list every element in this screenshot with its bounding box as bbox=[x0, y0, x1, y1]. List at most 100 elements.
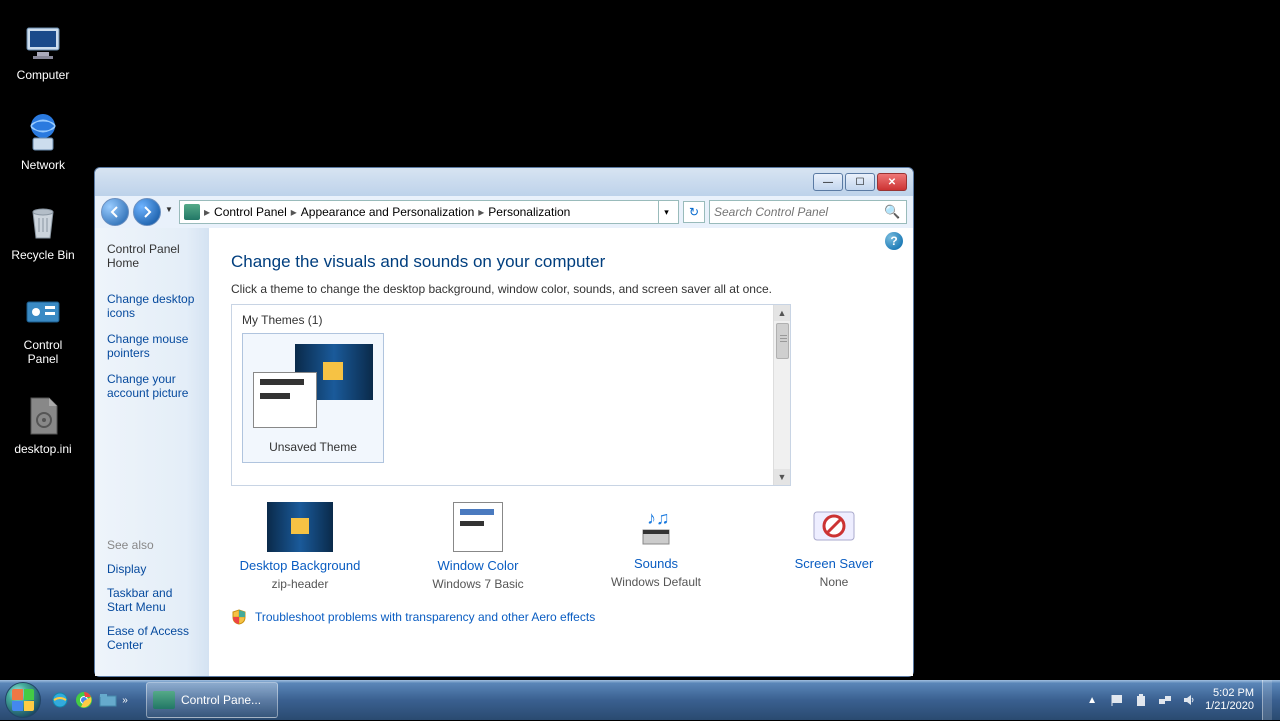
breadcrumb: ▸ Control Panel ▸ Appearance and Persona… bbox=[179, 200, 679, 224]
scroll-up-button[interactable]: ▲ bbox=[774, 305, 790, 321]
pinned-explorer[interactable] bbox=[98, 690, 118, 710]
system-tray: ▲ 5:02 PM 1/21/2020 bbox=[1087, 680, 1280, 720]
desktop-icon-label: Control Panel bbox=[8, 338, 78, 366]
chrome-icon bbox=[75, 691, 93, 709]
scroll-thumb[interactable] bbox=[776, 323, 789, 359]
recycle-bin-icon bbox=[21, 200, 65, 244]
my-themes-header: My Themes (1) bbox=[242, 313, 780, 327]
nav-history-dropdown[interactable]: ▼ bbox=[165, 205, 175, 219]
option-desktop-background[interactable]: Desktop Background zip-header bbox=[235, 502, 365, 591]
svg-text:♪♫: ♪♫ bbox=[647, 508, 670, 528]
back-button[interactable] bbox=[101, 198, 129, 226]
breadcrumb-item[interactable]: Personalization bbox=[488, 205, 570, 219]
desktop-icons: Computer Network Recycle Bin Control Pan… bbox=[8, 20, 78, 484]
network-tray-icon[interactable] bbox=[1157, 692, 1173, 708]
shield-icon bbox=[231, 609, 247, 625]
sidebar-see-also-display[interactable]: Display bbox=[107, 562, 197, 576]
breadcrumb-item[interactable]: Control Panel bbox=[214, 205, 287, 219]
option-value: zip-header bbox=[272, 577, 329, 591]
taskbar-expand-icon[interactable]: » bbox=[118, 690, 132, 710]
main-pane: ? Change the visuals and sounds on your … bbox=[209, 228, 913, 676]
close-button[interactable]: ✕ bbox=[877, 173, 907, 191]
sidebar-home-link[interactable]: Control Panel Home bbox=[107, 242, 197, 270]
troubleshoot-row: Troubleshoot problems with transparency … bbox=[231, 609, 899, 625]
windows-logo-icon bbox=[5, 682, 41, 718]
forward-button[interactable] bbox=[133, 198, 161, 226]
desktop-background-thumbnail bbox=[267, 502, 333, 552]
sidebar-see-also-taskbar[interactable]: Taskbar and Start Menu bbox=[107, 586, 197, 614]
titlebar[interactable]: — ☐ ✕ bbox=[95, 168, 913, 196]
sidebar-link-mouse-pointers[interactable]: Change mouse pointers bbox=[107, 332, 197, 360]
sidebar-link-desktop-icons[interactable]: Change desktop icons bbox=[107, 292, 197, 320]
option-sounds[interactable]: ♪♫ Sounds Windows Default bbox=[591, 502, 721, 591]
theme-options-row: Desktop Background zip-header Window Col… bbox=[235, 502, 899, 591]
control-panel-taskbar-icon bbox=[153, 691, 175, 709]
control-panel-icon bbox=[21, 290, 65, 334]
control-panel-breadcrumb-icon[interactable] bbox=[184, 204, 200, 220]
clock-date: 1/21/2020 bbox=[1205, 700, 1254, 713]
option-window-color[interactable]: Window Color Windows 7 Basic bbox=[413, 502, 543, 591]
theme-item-unsaved[interactable]: Unsaved Theme bbox=[242, 333, 384, 463]
option-label[interactable]: Screen Saver bbox=[795, 556, 874, 571]
sidebar: Control Panel Home Change desktop icons … bbox=[95, 228, 209, 676]
desktop-icon-label: desktop.ini bbox=[14, 442, 71, 456]
minimize-button[interactable]: — bbox=[813, 173, 843, 191]
option-value: Windows 7 Basic bbox=[432, 577, 523, 591]
folder-icon bbox=[99, 693, 117, 707]
desktop-icon-control-panel[interactable]: Control Panel bbox=[8, 290, 78, 366]
arrow-left-icon bbox=[108, 205, 122, 219]
breadcrumb-item[interactable]: Appearance and Personalization bbox=[301, 205, 474, 219]
theme-label: Unsaved Theme bbox=[269, 440, 357, 454]
window-color-thumbnail bbox=[453, 502, 503, 552]
arrow-right-icon bbox=[140, 205, 154, 219]
content-area: Control Panel Home Change desktop icons … bbox=[95, 228, 913, 676]
refresh-button[interactable]: ↻ bbox=[683, 201, 705, 223]
pinned-chrome[interactable] bbox=[74, 690, 94, 710]
ie-icon bbox=[51, 691, 69, 709]
chevron-right-icon[interactable]: ▸ bbox=[291, 205, 297, 219]
chevron-right-icon[interactable]: ▸ bbox=[478, 205, 484, 219]
maximize-button[interactable]: ☐ bbox=[845, 173, 875, 191]
tray-expand-icon[interactable]: ▲ bbox=[1087, 695, 1101, 706]
option-value: Windows Default bbox=[611, 575, 701, 589]
chevron-right-icon[interactable]: ▸ bbox=[204, 205, 210, 219]
option-label[interactable]: Sounds bbox=[634, 556, 678, 571]
taskbar: » Control Pane... ▲ 5:02 PM 1/21/2020 bbox=[0, 680, 1280, 720]
taskbar-app-control-panel[interactable]: Control Pane... bbox=[146, 682, 278, 718]
scroll-down-button[interactable]: ▼ bbox=[774, 469, 790, 485]
option-label[interactable]: Desktop Background bbox=[240, 558, 361, 573]
volume-icon[interactable] bbox=[1181, 692, 1197, 708]
system-clock[interactable]: 5:02 PM 1/21/2020 bbox=[1205, 687, 1254, 713]
desktop-icon-desktop-ini[interactable]: desktop.ini bbox=[8, 394, 78, 456]
breadcrumb-dropdown[interactable]: ▾ bbox=[658, 201, 674, 223]
desktop-icon-network[interactable]: Network bbox=[8, 110, 78, 172]
pinned-ie[interactable] bbox=[50, 690, 70, 710]
sidebar-link-account-picture[interactable]: Change your account picture bbox=[107, 372, 197, 400]
computer-icon bbox=[21, 20, 65, 64]
page-title: Change the visuals and sounds on your co… bbox=[231, 252, 899, 272]
search-icon[interactable]: 🔍 bbox=[884, 204, 900, 220]
network-icon bbox=[21, 110, 65, 154]
help-icon[interactable]: ? bbox=[885, 232, 903, 250]
option-value: None bbox=[820, 575, 849, 589]
option-label[interactable]: Window Color bbox=[438, 558, 519, 573]
search-input[interactable] bbox=[714, 205, 884, 219]
taskbar-app-label: Control Pane... bbox=[181, 693, 261, 707]
sounds-icon: ♪♫ bbox=[626, 502, 686, 550]
desktop-icon-recycle-bin[interactable]: Recycle Bin bbox=[8, 200, 78, 262]
show-desktop-button[interactable] bbox=[1262, 680, 1272, 720]
personalization-window: — ☐ ✕ ▼ ▸ Control Panel ▸ Appearance and… bbox=[94, 167, 914, 677]
themes-list: My Themes (1) Unsaved Theme ▲ ▼ bbox=[231, 304, 791, 486]
option-screen-saver[interactable]: Screen Saver None bbox=[769, 502, 899, 591]
flag-icon[interactable] bbox=[1109, 692, 1125, 708]
clock-time: 5:02 PM bbox=[1205, 687, 1254, 700]
troubleshoot-link[interactable]: Troubleshoot problems with transparency … bbox=[255, 610, 595, 624]
desktop-icon-computer[interactable]: Computer bbox=[8, 20, 78, 82]
start-button[interactable] bbox=[2, 679, 44, 721]
desktop-icon-label: Computer bbox=[17, 68, 70, 82]
sidebar-see-also-ease-of-access[interactable]: Ease of Access Center bbox=[107, 624, 197, 652]
search-box: 🔍 bbox=[709, 200, 907, 224]
see-also-header: See also bbox=[107, 538, 197, 552]
vertical-scrollbar[interactable]: ▲ ▼ bbox=[773, 305, 790, 485]
power-icon[interactable] bbox=[1133, 692, 1149, 708]
